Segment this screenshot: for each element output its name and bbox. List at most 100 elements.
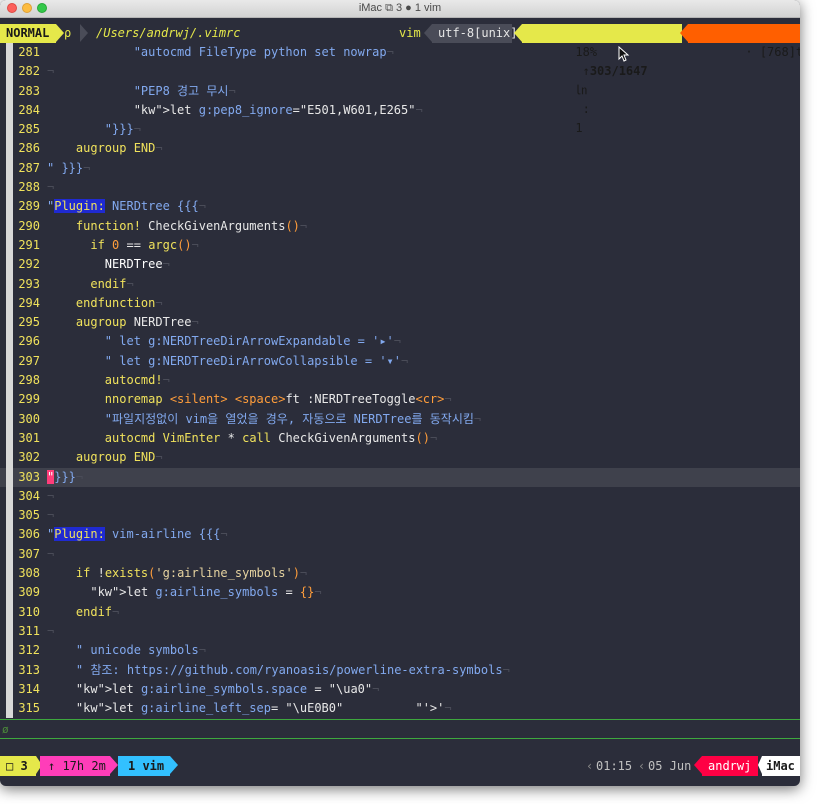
code-line[interactable]: 299 nnoremap <silent> <space>ft :NERDTre… — [0, 390, 800, 410]
filetype: vim — [399, 26, 421, 40]
code-line[interactable]: 296 " let g:NERDTreeDirArrowExpandable =… — [0, 332, 800, 352]
code-line[interactable]: 311 ¬ — [0, 621, 800, 642]
code-line[interactable]: 283 "PEP8 경고 무시¬ — [0, 81, 800, 101]
line-number: 302 — [0, 448, 46, 468]
code-line[interactable]: 293 endif¬ — [0, 274, 800, 294]
sign-column — [6, 274, 13, 294]
code-text: " }}}¬ — [47, 160, 91, 175]
sign-column — [6, 486, 13, 507]
code-line[interactable]: 315 "kw">let g:airline_left_sep= "\uE0B0… — [0, 699, 800, 719]
clock-time: 01:15 — [596, 759, 633, 773]
code-text: endif¬ — [47, 276, 134, 291]
code-line[interactable]: 286 augroup END¬ — [0, 139, 800, 159]
code-line[interactable]: 313 " 참조: https://github.com/ryanoasis/p… — [0, 660, 800, 680]
code-text: "kw">let g:airline_symbols = {}¬ — [90, 585, 322, 600]
code-line[interactable]: 285 "}}}¬ — [0, 120, 800, 140]
code-line[interactable]: 303 "}}}¬ — [0, 467, 800, 487]
code-line[interactable]: 314 "kw">let g:airline_symbols.space = "… — [0, 679, 800, 700]
code-line[interactable]: 305 ¬ — [0, 506, 800, 526]
code-line[interactable]: 281 "autocmd FileType python set nowrap¬ — [0, 43, 800, 63]
code-line[interactable]: 290 function! CheckGivenArguments()¬ — [0, 216, 800, 236]
code-line[interactable]: 312 " unicode symbols¬ — [0, 641, 800, 661]
line-number: 315 — [0, 699, 46, 719]
line-number: 281 — [0, 43, 46, 63]
code-text: " unicode symbols¬ — [47, 643, 206, 658]
code-line[interactable]: 302 augroup END¬ — [0, 448, 800, 468]
code-line[interactable]: 310 endif¬ — [0, 602, 800, 622]
code-text: autocmd VimEnter * call CheckGivenArgume… — [104, 430, 438, 445]
terminal-window: iMac ⧉ 3 ● 1 vim NORMAL ρ /Users/andrwj/… — [0, 0, 800, 786]
date: 05 Jun — [648, 759, 692, 773]
code-line[interactable]: 306 "Plugin: vim-airline {{{¬ — [0, 525, 800, 545]
code-text: " let g:NERDTreeDirArrowExpandable = '▸'… — [47, 334, 402, 349]
code-line[interactable]: 304 ¬ — [0, 486, 800, 507]
line-number: 289 — [0, 197, 46, 217]
code-line[interactable]: 307 ¬ — [0, 544, 800, 565]
line-number: 309 — [0, 583, 46, 603]
trailing-whitespace-warning: · [768]trailing — [688, 24, 800, 59]
line-number: 293 — [0, 274, 46, 294]
editor-pane[interactable]: 281 "autocmd FileType python set nowrap¬… — [0, 43, 800, 719]
sign-column — [6, 602, 13, 622]
line-number: 303 — [0, 467, 46, 487]
code-line[interactable]: 300 "파일지정없이 vim을 열었을 경우, 자동으로 NERDTree를 … — [0, 409, 800, 429]
sign-column — [6, 448, 13, 468]
code-text: "}}}¬ — [47, 469, 84, 484]
line-number: 310 — [0, 602, 46, 622]
code-text: "Plugin: NERDtree {{{¬ — [47, 199, 206, 214]
code-line[interactable]: 291 if 0 == argc()¬ — [0, 235, 800, 256]
code-text: ¬ — [47, 488, 55, 503]
powerline-arrow-icon — [170, 756, 178, 774]
code-text: "kw">let g:pep8_ignore="E501,W601,E265"¬ — [133, 102, 423, 117]
sign-column — [6, 641, 13, 661]
code-line[interactable]: 309 "kw">let g:airline_symbols = {}¬ — [0, 583, 800, 603]
tmux-window-tab[interactable]: 1 vim — [118, 756, 170, 776]
code-line[interactable]: 292 NERDTree¬ — [0, 255, 800, 275]
sign-column — [6, 506, 13, 526]
powerline-arrow-left-icon — [680, 24, 688, 42]
code-line[interactable]: 282 ¬ — [0, 62, 800, 82]
code-line[interactable]: 288 ¬ — [0, 178, 800, 198]
code-line[interactable]: 294 endfunction¬ — [0, 293, 800, 314]
file-encoding: utf-8[unix] — [432, 24, 517, 43]
code-text: ¬ — [47, 180, 55, 195]
user-name: andrwj — [702, 756, 758, 776]
sign-column — [6, 235, 13, 256]
code-line[interactable]: 298 autocmd!¬ — [0, 371, 800, 391]
line-number: 284 — [0, 100, 46, 121]
code-text: "kw">let g:airline_left_sep= "\uE0B0" "'… — [75, 701, 452, 716]
line-number: 287 — [0, 158, 46, 179]
sign-column — [6, 139, 13, 159]
host-name: iMac — [762, 756, 800, 776]
code-text: augroup NERDTree¬ — [75, 315, 199, 330]
line-number: 294 — [0, 293, 46, 314]
sign-column — [6, 390, 13, 410]
sign-column — [6, 293, 13, 314]
title-bar: iMac ⧉ 3 ● 1 vim — [0, 0, 800, 18]
code-line[interactable]: 308 if !exists('g:airline_symbols')¬ — [0, 564, 800, 584]
line-number: 292 — [0, 255, 46, 275]
line-number: 297 — [0, 351, 46, 372]
code-line[interactable]: 297 " let g:NERDTreeDirArrowCollapsible … — [0, 351, 800, 372]
window-title: iMac ⧉ 3 ● 1 vim — [358, 2, 442, 14]
sign-column — [6, 332, 13, 352]
line-number: 299 — [0, 390, 46, 410]
code-line[interactable]: 289 "Plugin: NERDtree {{{¬ — [0, 197, 800, 217]
code-text: ¬ — [47, 64, 55, 79]
code-text: endfunction¬ — [47, 295, 163, 310]
code-line[interactable]: 301 autocmd VimEnter * call CheckGivenAr… — [0, 428, 800, 449]
sign-column — [6, 81, 13, 101]
code-text: " let g:NERDTreeDirArrowCollapsible = '▾… — [47, 353, 409, 368]
line-number: 296 — [0, 332, 46, 352]
sign-column — [6, 216, 13, 236]
code-line[interactable]: 295 augroup NERDTree¬ — [0, 313, 800, 333]
command-line[interactable]: ø — [0, 719, 800, 739]
code-text: if 0 == argc()¬ — [90, 237, 199, 252]
code-line[interactable]: 287 " }}}¬ — [0, 158, 800, 179]
line-number: 311 — [0, 621, 46, 642]
line-number: 307 — [0, 544, 46, 565]
code-text: "}}}¬ — [47, 122, 141, 137]
line-number: 298 — [0, 371, 46, 391]
code-line[interactable]: 284 "kw">let g:pep8_ignore="E501,W601,E2… — [0, 100, 800, 121]
session-indicator[interactable]: □ 3 — [0, 756, 36, 776]
